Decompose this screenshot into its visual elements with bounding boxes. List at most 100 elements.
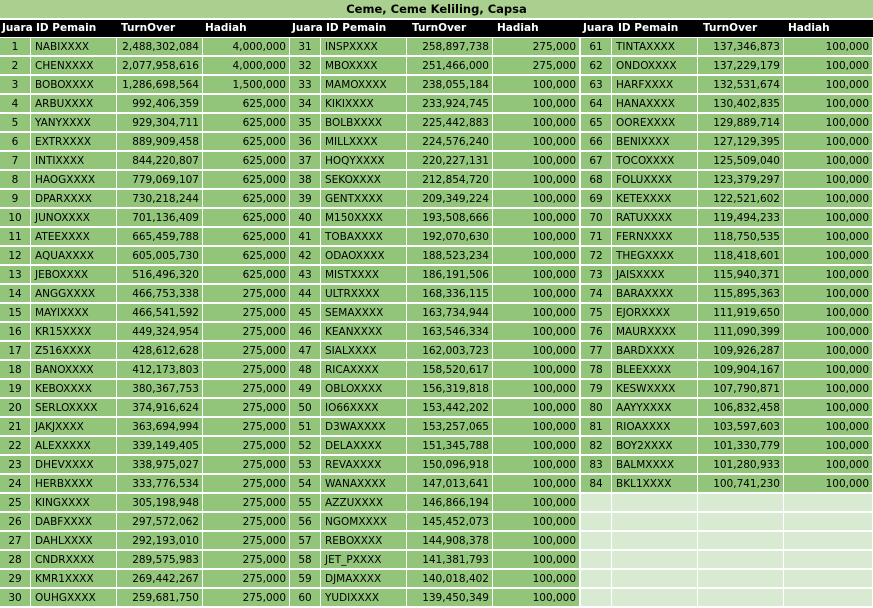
rank-cell: 40 (290, 209, 321, 227)
rank-cell: 59 (290, 570, 321, 588)
rank-cell: 69 (581, 190, 612, 208)
rank-cell: 24 (0, 475, 31, 493)
header-id-pemain-1: ID Pemain (36, 22, 97, 34)
player-id-cell: ALEXXXXX (31, 437, 117, 455)
turnover-cell: 109,904,167 (698, 361, 784, 379)
prize-cell: 275,000 (203, 418, 290, 436)
turnover-cell: 259,681,750 (117, 589, 203, 607)
turnover-cell: 212,854,720 (407, 171, 493, 189)
turnover-cell: 292,193,010 (117, 532, 203, 550)
rank-cell: 26 (0, 513, 31, 531)
player-id-cell: JEBOXXXX (31, 266, 117, 284)
rank-cell: 77 (581, 342, 612, 360)
prize-cell: 275,000 (493, 38, 580, 56)
turnover-cell: 605,005,730 (117, 247, 203, 265)
player-id-cell: MAYIXXXX (31, 304, 117, 322)
player-id-cell: BARDXXXX (612, 342, 698, 360)
table-row: 9 DPARXXXX 730,218,244 625,000 39 GENTXXXX 209… (0, 190, 873, 209)
rank-cell: 50 (290, 399, 321, 417)
table-row: 30 OUHGXXXX 259,681,750 275,000 60 YUDIXXXX 13… (0, 589, 873, 608)
turnover-cell: 269,442,267 (117, 570, 203, 588)
prize-cell: 100,000 (493, 342, 580, 360)
prize-cell: 100,000 (493, 152, 580, 170)
player-id-cell: CNDRXXXX (31, 551, 117, 569)
rank-cell: 36 (290, 133, 321, 151)
turnover-cell: 224,576,240 (407, 133, 493, 151)
player-id-cell: DHEVXXXX (31, 456, 117, 474)
rank-cell: 7 (0, 152, 31, 170)
rank-cell: 42 (290, 247, 321, 265)
player-id-cell: TOCOXXXX (612, 152, 698, 170)
table-row: 27 DAHLXXXX 292,193,010 275,000 57 REBOXXXX 14… (0, 532, 873, 551)
player-id-cell: GENTXXXX (321, 190, 407, 208)
rank-cell: 62 (581, 57, 612, 75)
player-id-cell: HAOGXXXX (31, 171, 117, 189)
rank-cell: 22 (0, 437, 31, 455)
player-id-cell: JAISXXXX (612, 266, 698, 284)
player-id-cell: BARAXXXX (612, 285, 698, 303)
turnover-cell: 129,889,714 (698, 114, 784, 132)
turnover-cell: 665,459,788 (117, 228, 203, 246)
prize-cell: 275,000 (203, 380, 290, 398)
empty-cell (784, 570, 873, 588)
player-id-cell: OOREXXXX (612, 114, 698, 132)
rank-cell: 31 (290, 38, 321, 56)
prize-cell: 100,000 (493, 532, 580, 550)
rank-cell: 61 (581, 38, 612, 56)
prize-cell: 275,000 (203, 570, 290, 588)
prize-cell: 100,000 (493, 456, 580, 474)
player-id-cell: IO66XXXX (321, 399, 407, 417)
player-id-cell: AAYYXXXX (612, 399, 698, 417)
prize-cell: 275,000 (203, 304, 290, 322)
turnover-cell: 140,018,402 (407, 570, 493, 588)
player-id-cell: DJMAXXXX (321, 570, 407, 588)
rank-cell: 4 (0, 95, 31, 113)
turnover-cell: 100,741,230 (698, 475, 784, 493)
empty-cell (612, 570, 698, 588)
rank-cell: 17 (0, 342, 31, 360)
table-row: 7 INTIXXXX 844,220,807 625,000 37 HOQYXXXX 220… (0, 152, 873, 171)
player-id-cell: KESWXXXX (612, 380, 698, 398)
player-id-cell: OBLOXXXX (321, 380, 407, 398)
prize-cell: 625,000 (203, 114, 290, 132)
prize-cell: 100,000 (784, 209, 873, 227)
leaderboard-sheet: Ceme, Ceme Keliling, Capsa Juara ID Pema… (0, 0, 873, 608)
turnover-cell: 115,895,363 (698, 285, 784, 303)
table-row: 8 HAOGXXXX 779,069,107 625,000 38 SEKOXXXX 212… (0, 171, 873, 190)
prize-cell: 100,000 (493, 418, 580, 436)
turnover-cell: 123,379,297 (698, 171, 784, 189)
prize-cell: 275,000 (203, 589, 290, 607)
player-id-cell: SEKOXXXX (321, 171, 407, 189)
player-id-cell: ULTRXXXX (321, 285, 407, 303)
prize-cell: 100,000 (493, 304, 580, 322)
turnover-cell: 130,402,835 (698, 95, 784, 113)
rank-cell: 20 (0, 399, 31, 417)
table-row: 19 KEBOXXXX 380,367,753 275,000 49 OBLOXXXX 15… (0, 380, 873, 399)
rank-cell: 51 (290, 418, 321, 436)
turnover-cell: 145,452,073 (407, 513, 493, 531)
player-id-cell: JAKJXXXX (31, 418, 117, 436)
header-id-pemain-2: ID Pemain (326, 22, 387, 34)
turnover-cell: 889,909,458 (117, 133, 203, 151)
rank-cell: 74 (581, 285, 612, 303)
rank-cell: 58 (290, 551, 321, 569)
turnover-cell: 125,509,040 (698, 152, 784, 170)
rank-cell: 47 (290, 342, 321, 360)
prize-cell: 625,000 (203, 133, 290, 151)
player-id-cell: HARFXXXX (612, 76, 698, 94)
rank-cell: 66 (581, 133, 612, 151)
player-id-cell: RATUXXXX (612, 209, 698, 227)
prize-cell: 100,000 (493, 247, 580, 265)
rank-cell: 79 (581, 380, 612, 398)
turnover-cell: 516,496,320 (117, 266, 203, 284)
rank-cell: 10 (0, 209, 31, 227)
player-id-cell: TINTAXXXX (612, 38, 698, 56)
prize-cell: 100,000 (493, 551, 580, 569)
prize-cell: 100,000 (784, 418, 873, 436)
prize-cell: 100,000 (784, 304, 873, 322)
player-id-cell: HOQYXXXX (321, 152, 407, 170)
player-id-cell: BANOXXXX (31, 361, 117, 379)
rank-cell: 27 (0, 532, 31, 550)
rank-cell: 3 (0, 76, 31, 94)
prize-cell: 275,000 (203, 475, 290, 493)
